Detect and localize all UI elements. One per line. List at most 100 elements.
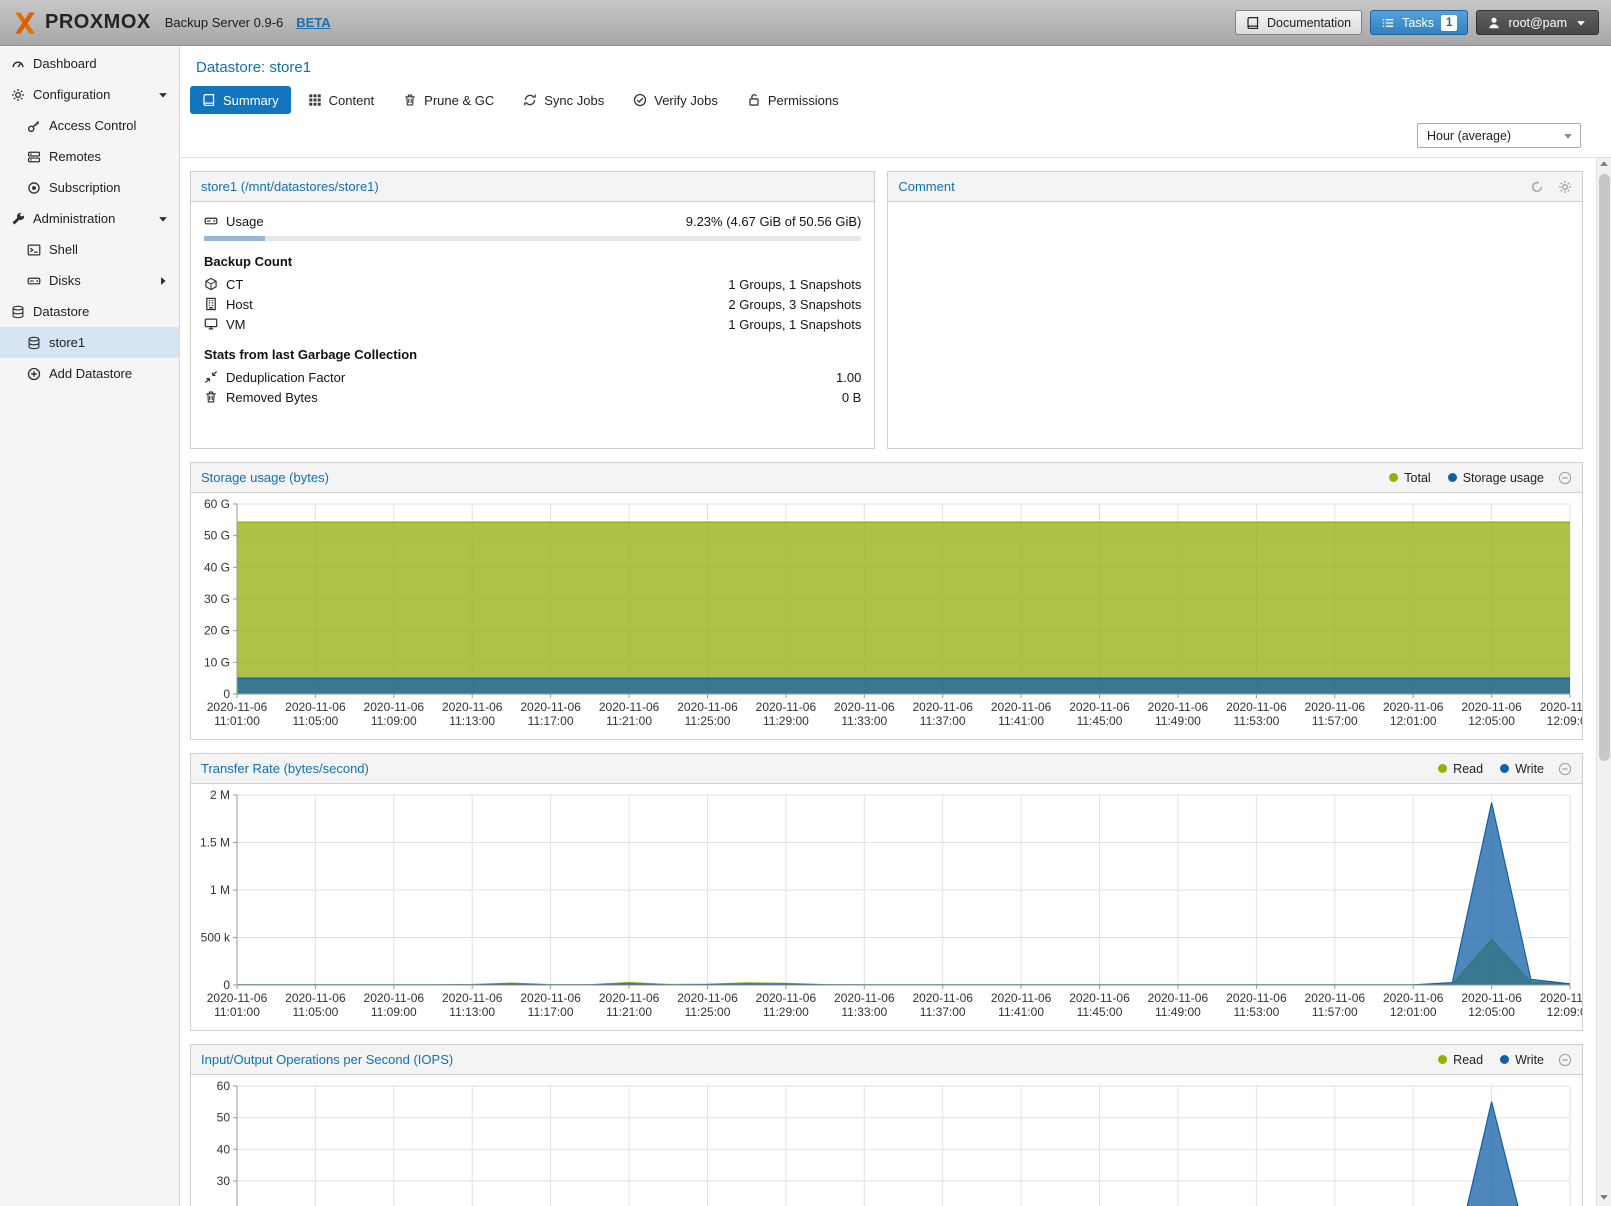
sidebar-item-label: Add Datastore	[49, 366, 170, 381]
sidebar-item-remotes[interactable]: Remotes	[0, 141, 179, 172]
sidebar-item-label: Datastore	[33, 304, 170, 319]
tab-verify-jobs[interactable]: Verify Jobs	[621, 86, 730, 114]
count-label: CT	[226, 277, 243, 292]
tab-permissions[interactable]: Permissions	[735, 86, 851, 114]
sidebar-item-label: Disks	[49, 273, 148, 288]
svg-text:11:37:00: 11:37:00	[920, 1005, 966, 1019]
gc-row-removed: Removed Bytes 0 B	[204, 387, 861, 407]
legend-item-total[interactable]: Total	[1389, 471, 1430, 485]
svg-text:12:05:00: 12:05:00	[1468, 714, 1515, 728]
tab-content[interactable]: Content	[296, 86, 387, 114]
gc-row-dedup: Deduplication Factor 1.00	[204, 367, 861, 387]
brand-text: PROXMOX	[45, 11, 151, 34]
legend-item-write[interactable]: Write	[1500, 1053, 1544, 1067]
tasks-label: Tasks	[1402, 16, 1434, 30]
cube-icon	[204, 277, 218, 291]
sidebar-nav: Dashboard Configuration Access Control R…	[0, 46, 180, 1206]
sidebar-item-disks[interactable]: Disks	[0, 265, 179, 296]
svg-text:11:01:00: 11:01:00	[214, 1005, 260, 1019]
legend-item-storage-usage[interactable]: Storage usage	[1448, 471, 1544, 485]
legend-dot	[1438, 1055, 1447, 1064]
legend-label: Write	[1515, 1053, 1544, 1067]
svg-text:12:09:00: 12:09:00	[1547, 714, 1582, 728]
svg-text:11:05:00: 11:05:00	[292, 1005, 338, 1019]
legend-item-write[interactable]: Write	[1500, 762, 1544, 776]
svg-text:2020-11-06: 2020-11-06	[1069, 700, 1130, 714]
scrollbar-thumb[interactable]	[1599, 174, 1610, 761]
svg-text:2020-11-06: 2020-11-06	[912, 991, 973, 1005]
content-area: Datastore: store1 Summary Content Prune …	[180, 46, 1611, 1206]
terminal-icon	[27, 243, 41, 257]
iops-chart: 01020304050602020-11-0611:01:002020-11-0…	[191, 1078, 1582, 1206]
tab-label: Prune & GC	[424, 93, 494, 108]
svg-text:2020-11-06: 2020-11-06	[364, 700, 425, 714]
tab-summary[interactable]: Summary	[190, 86, 291, 114]
svg-text:2 M: 2 M	[210, 788, 230, 802]
comment-body[interactable]	[888, 202, 1582, 448]
gc-value: 0 B	[842, 390, 862, 405]
sidebar-item-datastore[interactable]: Datastore	[0, 296, 179, 327]
sidebar-item-subscription[interactable]: Subscription	[0, 172, 179, 203]
tasks-button[interactable]: Tasks 1	[1370, 10, 1468, 35]
svg-text:12:01:00: 12:01:00	[1390, 714, 1437, 728]
tab-prune-gc[interactable]: Prune & GC	[391, 86, 506, 114]
legend-item-read[interactable]: Read	[1438, 762, 1483, 776]
tab-label: Verify Jobs	[654, 93, 718, 108]
collapse-icon[interactable]	[1558, 1053, 1572, 1067]
gc-label: Removed Bytes	[226, 390, 318, 405]
svg-text:2020-11-06: 2020-11-06	[285, 991, 346, 1005]
gear-icon	[11, 88, 25, 102]
user-menu-label: root@pam	[1508, 16, 1567, 30]
sidebar-item-access-control[interactable]: Access Control	[0, 110, 179, 141]
sidebar-item-label: store1	[49, 335, 170, 350]
svg-text:40 G: 40 G	[204, 560, 230, 574]
legend-item-read[interactable]: Read	[1438, 1053, 1483, 1067]
caret-right-icon[interactable]	[156, 274, 170, 288]
collapse-icon[interactable]	[1558, 762, 1572, 776]
page-title: Datastore: store1	[180, 46, 1611, 76]
hdd-icon	[204, 214, 218, 228]
sidebar-item-administration[interactable]: Administration	[0, 203, 179, 234]
sync-icon	[523, 93, 537, 107]
scroll-down-arrow[interactable]	[1597, 1191, 1611, 1206]
svg-text:50 G: 50 G	[204, 529, 230, 543]
usage-progress-fill	[204, 236, 265, 241]
tab-sync-jobs[interactable]: Sync Jobs	[511, 86, 616, 114]
time-range-select[interactable]: Hour (average)	[1417, 123, 1581, 148]
tab-label: Sync Jobs	[544, 93, 604, 108]
caret-down-icon[interactable]	[156, 88, 170, 102]
panel-title: Storage usage (bytes)	[201, 470, 1375, 485]
svg-text:2020-11-06: 2020-11-06	[1383, 700, 1444, 714]
svg-text:2020-11-06: 2020-11-06	[991, 991, 1052, 1005]
sidebar-item-configuration[interactable]: Configuration	[0, 79, 179, 110]
beta-link[interactable]: BETA	[296, 15, 330, 30]
reload-icon[interactable]	[1530, 180, 1544, 194]
svg-text:11:09:00: 11:09:00	[371, 1005, 417, 1019]
sidebar-item-shell[interactable]: Shell	[0, 234, 179, 265]
svg-text:2020-11-06: 2020-11-06	[1383, 991, 1444, 1005]
tab-label: Content	[329, 93, 375, 108]
sidebar-item-dashboard[interactable]: Dashboard	[0, 48, 179, 79]
user-menu-button[interactable]: root@pam	[1476, 10, 1599, 35]
svg-text:30: 30	[217, 1174, 231, 1188]
svg-text:2020-11-06: 2020-11-06	[1148, 700, 1209, 714]
sidebar-item-store1[interactable]: store1	[0, 327, 179, 358]
svg-text:2020-11-06: 2020-11-06	[677, 991, 738, 1005]
svg-text:11:41:00: 11:41:00	[998, 714, 1044, 728]
caret-down-icon[interactable]	[156, 212, 170, 226]
gear-icon[interactable]	[1558, 180, 1572, 194]
collapse-icon[interactable]	[1558, 471, 1572, 485]
sidebar-item-add-datastore[interactable]: Add Datastore	[0, 358, 179, 389]
scroll-up-arrow[interactable]	[1597, 158, 1611, 173]
usage-value: 9.23% (4.67 GiB of 50.56 GiB)	[686, 214, 862, 229]
svg-text:2020-11-06: 2020-11-06	[1226, 700, 1287, 714]
tab-label: Permissions	[768, 93, 839, 108]
svg-text:11:57:00: 11:57:00	[1312, 714, 1358, 728]
building-icon	[204, 297, 218, 311]
vertical-scrollbar[interactable]	[1596, 158, 1611, 1206]
documentation-button[interactable]: Documentation	[1235, 10, 1362, 35]
legend-dot	[1389, 473, 1398, 482]
gauge-icon	[11, 57, 25, 71]
svg-text:1 M: 1 M	[210, 883, 230, 897]
legend-label: Read	[1453, 1053, 1483, 1067]
